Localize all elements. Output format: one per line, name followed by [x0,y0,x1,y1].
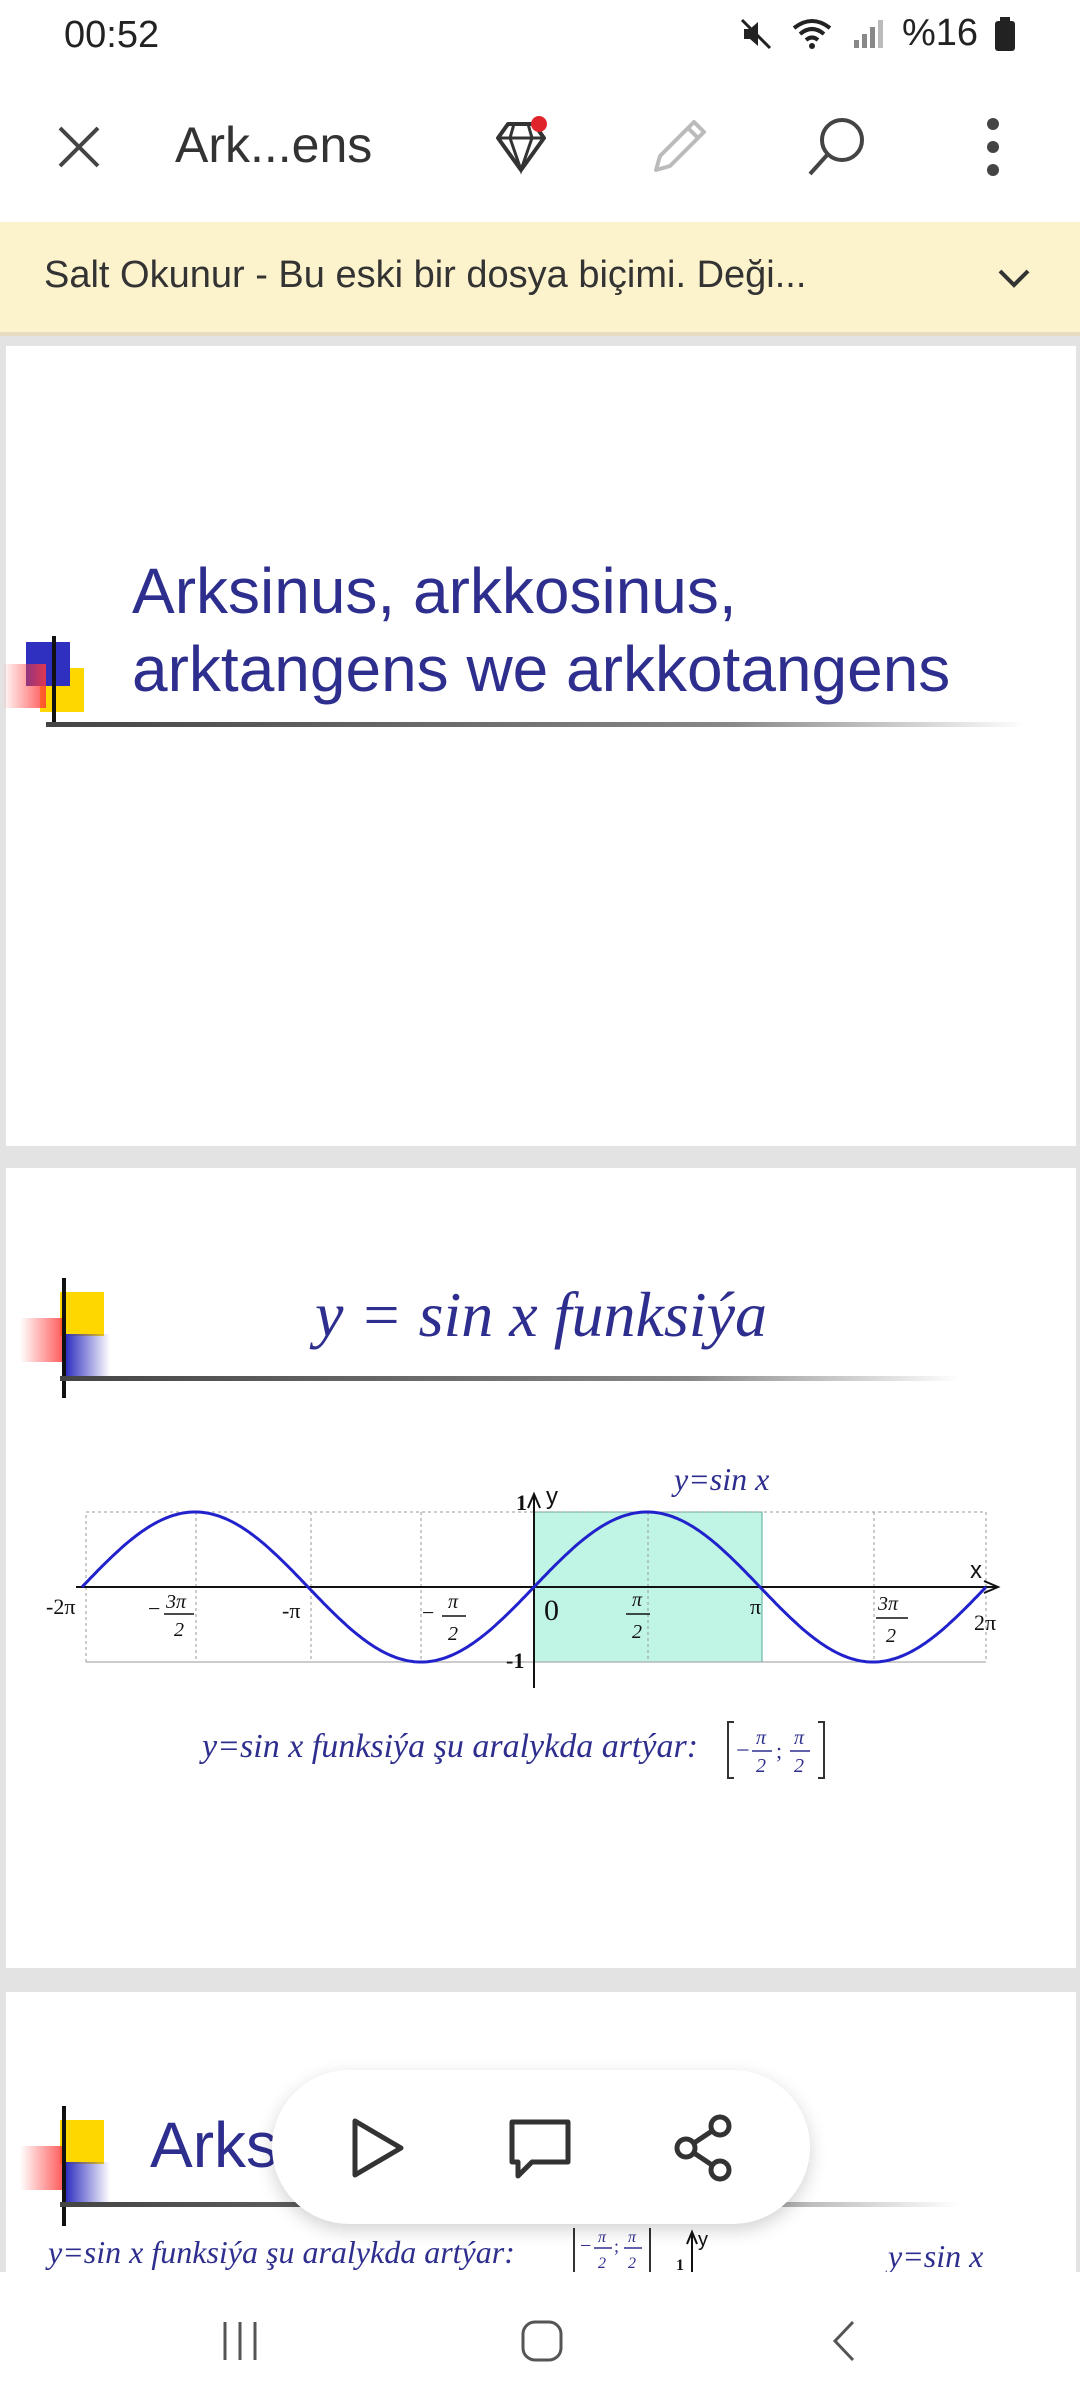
interval-formula: − π 2 ; π 2 [727,1721,825,1779]
share-button[interactable] [656,2100,752,2196]
x-tick-label: − [148,1596,160,1621]
slide-caption: y=sin x funksiýa şu aralykda artýar: [202,1728,698,1766]
recents-icon [223,2322,257,2360]
interval-left-num: π [598,2229,607,2246]
battery-percent: %16 [901,12,978,54]
slide-title: Arksinus, arkkosinus, arktangens we arkk… [132,552,950,708]
status-bar: 00:52 %16 [0,0,1080,72]
interval-fragment: − π 2 ; π 2 y 1 [573,2228,708,2272]
recents-button[interactable] [200,2306,280,2376]
caption-text: y=sin x funksiýa şu aralykda artýar: [202,1728,699,1765]
edit-pencil-icon [654,120,706,172]
x-tick-label: -π [282,1598,300,1623]
axis-y-label: y [698,2229,708,2251]
axis-y-label: y [546,1483,558,1510]
close-icon [58,126,100,168]
status-time: 00:52 [64,14,160,56]
back-icon [832,2320,855,2362]
interval-right-num: π [628,2229,637,2246]
status-icons: %16 [738,12,1016,55]
slide-decoration [16,2106,116,2226]
comment-button[interactable] [492,2100,588,2196]
interval-right-den: 2 [628,2255,636,2272]
more-options-button[interactable] [948,102,1038,192]
read-only-banner[interactable]: Salt Okunur - Bu eski bir dosya biçimi. … [0,222,1080,336]
edit-button[interactable] [634,102,724,192]
x-tick-label: -2π [46,1594,75,1619]
x-tick-label: 2 [886,1625,896,1647]
x-tick-label: 2 [448,1623,458,1645]
x-tick-label: 2π [974,1610,996,1635]
interval-minus: − [736,1738,750,1764]
home-button[interactable] [502,2306,582,2376]
banner-expand-button[interactable] [984,248,1044,308]
slide-title: Arks [150,2109,278,2181]
interval-separator: ; [614,2236,619,2256]
premium-button[interactable] [476,102,566,192]
slide-2[interactable]: y = sin x funksiýa y=sin x y x 1 -1 0 -2… [6,1168,1076,1968]
signal-icon [853,19,883,48]
x-tick-label: π [632,1589,643,1611]
play-button[interactable] [328,2100,424,2196]
x-tick-label: 3π [165,1591,187,1613]
slide-decoration [2,636,106,736]
sine-graph: y=sin x y x 1 -1 0 -2π − 3π 2 -π − π 2 π… [46,1461,1001,1688]
slide-caption: y=sin x funksiýa şu aralykda artýar: [48,2234,515,2270]
wifi-icon [792,18,832,49]
x-tick-label: π [448,1591,459,1613]
search-icon [808,118,864,176]
chevron-down-icon [998,269,1030,288]
home-icon [521,2320,563,2362]
interval-left-den: 2 [598,2255,606,2272]
floating-action-bar [272,2070,810,2224]
curve-label: y=sin x [888,2238,984,2272]
play-icon [352,2118,404,2178]
slide-1[interactable]: Arksinus, arkkosinus, arktangens we arkk… [2,346,1076,1146]
back-button[interactable] [806,2306,886,2376]
curve-label: y=sin x [671,1461,769,1497]
x-tick-label: 2 [174,1619,184,1641]
y-minus-one-label: -1 [506,1648,524,1673]
origin-label: 0 [544,1594,559,1627]
y-one-label: 1 [676,2257,684,2272]
slide-title-line-1: Arksinus, arkkosinus, [132,555,737,627]
x-tick-label: 2 [632,1621,642,1643]
document-title: Ark...ens [175,117,373,173]
comment-icon [509,2119,571,2179]
search-button[interactable] [792,102,882,192]
battery-icon [995,16,1015,51]
navigation-bar [0,2272,1080,2408]
interval-left-den: 2 [756,1755,766,1777]
interval-right-den: 2 [794,1755,804,1777]
interval-separator: ; [776,1738,782,1763]
x-tick-label: − [422,1600,434,1625]
interval-minus: − [580,2235,591,2257]
share-icon [674,2114,732,2182]
x-tick-label: 3π [877,1593,899,1615]
slide-title-line-2: arktangens we arkkotangens [132,633,951,705]
more-vert-icon [987,118,999,176]
y-one-label: 1 [516,1490,527,1515]
mute-icon [740,18,771,49]
close-button[interactable] [34,102,124,192]
app-bar: Ark...ens [0,72,1080,222]
x-tick-label: π [750,1594,761,1619]
title-underline [46,722,1026,727]
axis-x-label: x [970,1557,982,1584]
banner-text: Salt Okunur - Bu eski bir dosya biçimi. … [44,254,807,296]
interval-left-num: π [756,1727,767,1749]
interval-right-num: π [794,1727,805,1749]
premium-diamond-icon [496,116,547,175]
